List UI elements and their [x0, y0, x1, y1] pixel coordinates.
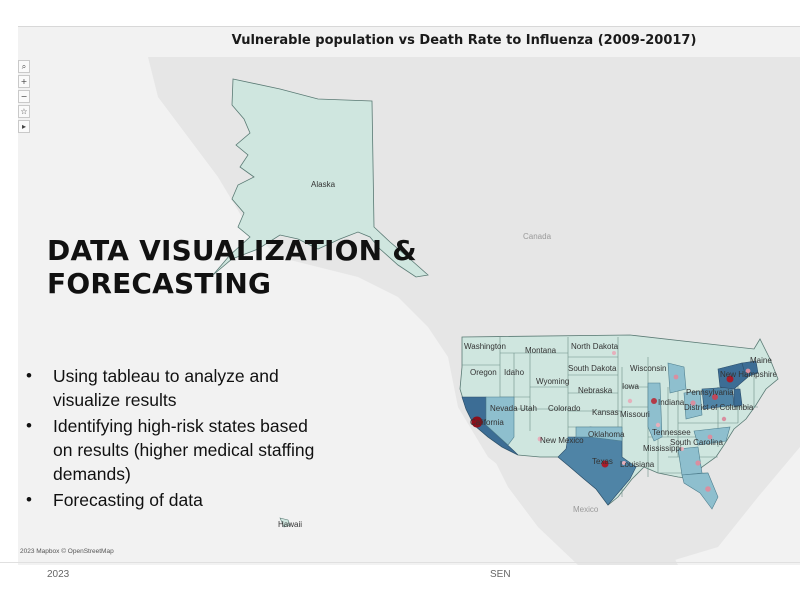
label-dc: District of Columbia [684, 403, 754, 412]
bullet-item: Identifying high-risk states based on re… [26, 414, 326, 486]
heading-line-2: FORECASTING [47, 267, 272, 300]
footer-year: 2023 [47, 569, 70, 580]
label-new-mexico: New Mexico [540, 436, 584, 445]
label-washington: Washington [464, 342, 506, 351]
search-icon[interactable]: ⌕ [18, 60, 30, 73]
marker-florida[interactable] [705, 486, 711, 492]
bullet-list: Using tableau to analyze and visualize r… [26, 364, 326, 514]
map-attribution: 2023 Mapbox © OpenStreetMap [20, 548, 114, 555]
map-title: Vulnerable population vs Death Rate to I… [231, 33, 697, 48]
label-hawaii: Hawaii [278, 520, 302, 529]
heading-line-1: DATA VISUALIZATION & [47, 234, 417, 267]
canada-label: Canada [523, 232, 552, 241]
label-wisconsin: Wisconsin [630, 364, 666, 373]
zoom-in-icon[interactable]: + [18, 75, 30, 88]
marker-illinois[interactable] [651, 398, 657, 404]
zoom-out-icon[interactable]: − [18, 90, 30, 103]
label-north-dakota: North Dakota [571, 342, 619, 351]
pin-icon[interactable]: ☆ [18, 105, 30, 118]
label-missouri: Missouri [620, 410, 650, 419]
label-maine: Maine [750, 356, 772, 365]
label-montana: Montana [525, 346, 557, 355]
label-kansas: Kansas [592, 408, 619, 417]
label-new-hampshire: New Hampshire [720, 370, 777, 379]
play-icon[interactable]: ▸ [18, 120, 30, 133]
slide-heading: DATA VISUALIZATION & FORECASTING [47, 234, 417, 300]
label-texas: Texas [592, 457, 613, 466]
map-toolbar: ⌕ + − ☆ ▸ [18, 60, 30, 135]
label-nebraska: Nebraska [578, 386, 613, 395]
label-wyoming: Wyoming [536, 377, 569, 386]
marker-georgia[interactable] [695, 460, 701, 466]
bullet-item: Forecasting of data [26, 488, 326, 512]
label-utah: Utah [520, 404, 537, 413]
marker-north-dakota[interactable] [612, 351, 616, 355]
label-louisiana: Louisiana [620, 460, 655, 469]
label-iowa: Iowa [622, 382, 639, 391]
label-south-dakota: South Dakota [568, 364, 617, 373]
label-idaho: Idaho [504, 368, 525, 377]
label-pennsylvania: Pennsylvania [686, 388, 734, 397]
label-nevada: Nevada [490, 404, 518, 413]
label-california: California [470, 418, 504, 427]
label-oklahoma: Oklahoma [588, 430, 625, 439]
mexico-label: Mexico [573, 505, 599, 514]
label-colorado: Colorado [548, 404, 581, 413]
marker-missouri[interactable] [627, 398, 633, 404]
marker-kentucky[interactable] [655, 422, 661, 428]
marker-virginia[interactable] [721, 416, 727, 422]
footer-divider [0, 562, 800, 563]
label-oregon: Oregon [470, 368, 497, 377]
marker-michigan[interactable] [673, 374, 679, 380]
label-tennessee: Tennessee [652, 428, 691, 437]
label-alaska: Alaska [311, 180, 336, 189]
label-south-carolina: South Carolina [670, 438, 723, 447]
label-indiana: Indiana [658, 398, 685, 407]
footer-text: SEN [490, 569, 511, 580]
bullet-item: Using tableau to analyze and visualize r… [26, 364, 326, 412]
